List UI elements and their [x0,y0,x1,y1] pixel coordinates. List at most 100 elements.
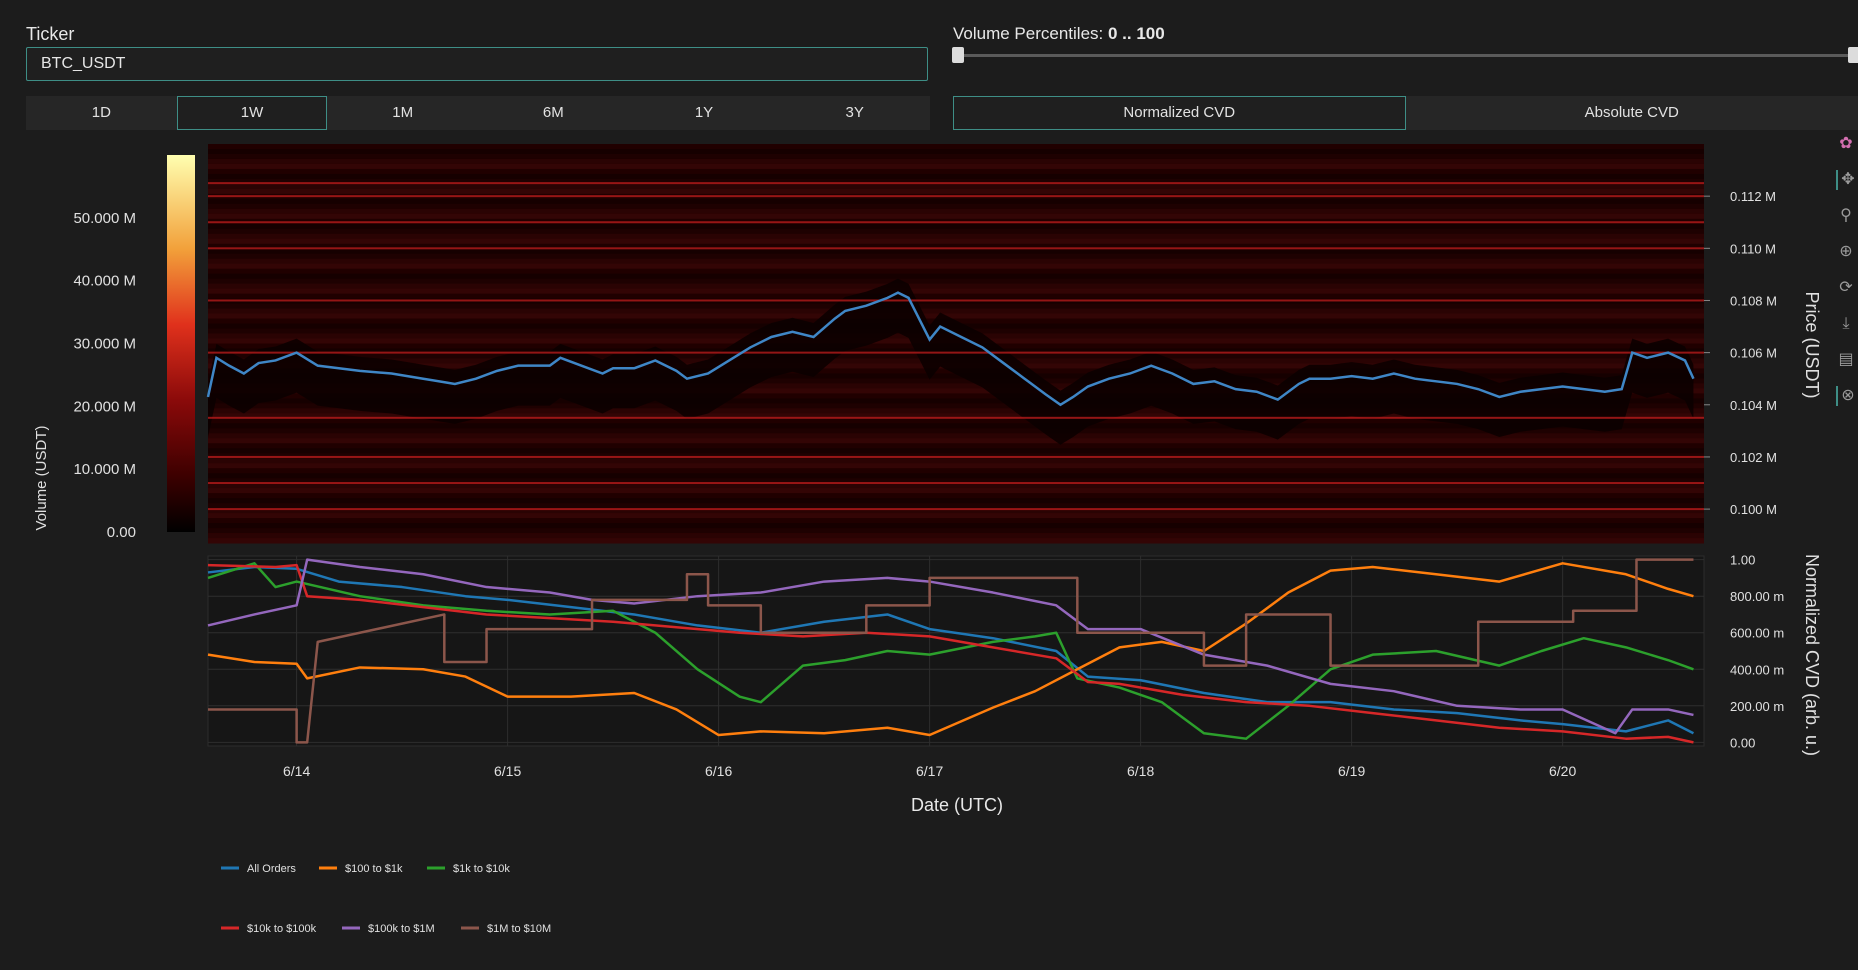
heatmap-level-line [208,351,1704,354]
autoscale-icon[interactable]: ⟳ [1836,278,1856,298]
cvd-axis-tick-label: 800.00 m [1730,589,1784,604]
heatmap-level-line [208,182,1704,185]
heatmap-band [208,278,1704,285]
date-axis-tick-label: 6/15 [494,763,521,779]
heatmap-band [208,493,1704,499]
heatmap-band [208,173,1704,180]
heatmap-level-line [208,221,1704,224]
ticker-label: Ticker [26,24,75,44]
absolute-cvd-button[interactable]: Absolute CVD [1406,96,1858,130]
heatmap-band [208,468,1704,474]
heatmap-band [208,223,1704,230]
colorbar-title: Volume (USDT) [33,425,50,530]
heatmap-level-line [208,508,1704,511]
volume-percentiles-slider-low-handle[interactable] [952,47,964,63]
heatmap-level-line [208,195,1704,198]
volume-percentiles-slider-high-handle[interactable] [1848,47,1858,63]
legend-label: $1k to $10k [453,863,510,875]
heatmap-band [208,198,1704,205]
price-axis-tick-label: 0.100 M [1730,502,1777,517]
heatmap-band [208,293,1704,300]
price-axis-tick-label: 0.108 M [1730,293,1777,308]
colorbar-tick-label: 50.000 M [73,210,136,227]
heatmap-band [208,448,1704,454]
heatmap-band [208,183,1704,190]
range-button-3y[interactable]: 3Y [779,96,930,130]
price-axis-tick-label: 0.102 M [1730,450,1777,465]
heatmap-band [208,503,1704,509]
heatmap-band [208,308,1704,315]
spike-lines-icon[interactable]: ⊗ [1836,386,1858,406]
range-button-1m[interactable]: 1M [327,96,478,130]
heatmap-level-line [208,455,1704,458]
cvd-axis-title: Normalized CVD (arb. u.) [1802,554,1822,756]
cvd-axis-tick-label: 400.00 m [1730,662,1784,677]
legend-label: $10k to $100k [247,923,317,935]
pan-icon[interactable]: ✥ [1836,170,1858,190]
heatmap-band [208,303,1704,310]
heatmap-band [208,288,1704,295]
zoom-in-icon[interactable]: ⊕ [1836,242,1856,262]
colorbar: 0.00 10.000 M 20.000 M 30.000 M 40.000 M 50.0… [33,155,195,541]
volume-percentiles-title: Volume Percentiles: [953,24,1104,43]
range-button-1y[interactable]: 1Y [629,96,780,130]
heatmap-band [208,513,1704,519]
heatmap-band [208,463,1704,469]
legend-label: $100 to $1k [345,863,403,875]
price-axis-tick-label: 0.104 M [1730,398,1777,413]
heatmap-level-line [208,247,1704,250]
heatmap-band [208,188,1704,195]
price-axis-tick-label: 0.110 M [1730,241,1776,256]
plotly-logo-icon[interactable]: ✿ [1836,134,1856,154]
legend: All Orders $100 to $1k $1k to $10k $10k to … [221,863,551,935]
zoom-icon[interactable]: ⚲ [1836,206,1856,226]
heatmap-band [208,443,1704,449]
time-range-selector: 1D 1W 1M 6M 1Y 3Y [26,96,930,130]
heatmap-band [208,148,1704,155]
heatmap-band [208,313,1704,320]
heatmap-band [208,273,1704,280]
price-axis-tick-label: 0.112 M [1730,189,1776,204]
heatmap-band [208,473,1704,479]
date-axis-tick-label: 6/16 [705,763,732,779]
cvd-plot-background [207,555,1705,747]
range-button-1d[interactable]: 1D [26,96,177,130]
colorbar-tick-label: 20.000 M [73,398,136,415]
heatmap-band [208,203,1704,210]
cvd-axis-tick-label: 600.00 m [1730,626,1784,641]
range-button-1w[interactable]: 1W [176,96,328,130]
heatmap-band [208,488,1704,494]
heatmap-band [208,208,1704,215]
heatmap-band [208,168,1704,175]
heatmap-level-line [208,416,1704,419]
download-icon[interactable]: ⤓ [1836,314,1856,334]
heatmap-band [208,538,1704,544]
heatmap-level-line [208,482,1704,485]
cvd-axis-tick-label: 200.00 m [1730,699,1784,714]
colorbar-tick-label: 30.000 M [73,336,136,353]
compare-hover-icon[interactable]: ▤ [1836,350,1856,370]
date-axis-tick-label: 6/20 [1549,763,1576,779]
volume-percentiles-label: Volume Percentiles: 0 .. 100 [953,24,1165,44]
legend-label: $100k to $1M [368,923,435,935]
heatmap-band [208,163,1704,170]
range-button-6m[interactable]: 6M [478,96,629,130]
ticker-input[interactable]: BTC_USDT [26,47,928,81]
date-axis-tick-label: 6/14 [283,763,310,779]
heatmap-band [208,253,1704,260]
price-axis-tick-label: 0.106 M [1730,346,1777,361]
heatmap-band [208,258,1704,265]
heatmap-band [208,438,1704,444]
volume-percentiles-value: 0 .. 100 [1107,24,1165,43]
heatmap-band [208,233,1704,240]
heatmap-band [208,498,1704,504]
normalized-cvd-button[interactable]: Normalized CVD [953,96,1406,130]
heatmap-band [208,528,1704,534]
volume-percentiles-slider-track[interactable] [958,54,1856,57]
price-axis-title: Price (USDT) [1802,292,1822,399]
heatmap-plot[interactable]: 0.100 M 0.102 M 0.104 M 0.106 M 0.108 M 0.110… [206,144,1822,544]
cvd-axis-tick-label: 0.00 [1730,735,1755,750]
cvd-plot[interactable]: 6/14 6/15 6/16 6/17 6/18 6/19 6/20 0.00 200.00 m… [207,553,1822,815]
heatmap-band [208,238,1704,245]
heatmap-band [208,283,1704,290]
